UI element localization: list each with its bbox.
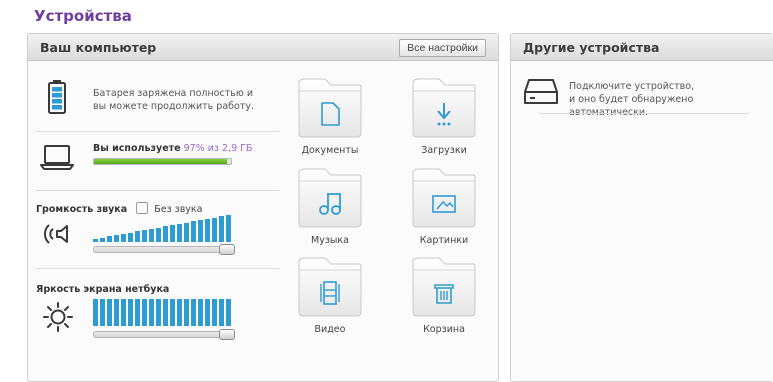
folder-download[interactable]: Загрузки — [399, 77, 489, 162]
level-bar — [100, 299, 105, 326]
folder-label: Документы — [301, 145, 359, 156]
divider — [36, 268, 279, 269]
folder-icon — [298, 257, 362, 317]
folder-music[interactable]: Музыка — [285, 167, 375, 252]
level-bar — [163, 226, 168, 242]
level-bar — [177, 224, 182, 242]
level-bar — [135, 231, 140, 242]
panel-header: Другие устройства — [511, 34, 773, 61]
folder-label: Картинки — [419, 235, 469, 246]
level-bar — [128, 233, 133, 242]
level-bar — [149, 299, 154, 326]
page-title: Устройства — [34, 7, 132, 25]
level-bar — [100, 238, 105, 242]
your-computer-panel: Ваш компьютер Все настройки Батарея заря… — [27, 33, 499, 382]
divider — [36, 131, 279, 132]
level-bar — [184, 299, 189, 326]
laptop-icon — [40, 144, 74, 175]
folder-document[interactable]: Документы — [285, 77, 375, 162]
level-bar — [93, 299, 98, 326]
folder-icon — [298, 78, 362, 138]
storage-row: Вы используете 97% из 2,9 ГБ — [36, 136, 279, 184]
brightness-slider-track[interactable] — [93, 331, 235, 338]
level-bar — [121, 299, 126, 326]
mute-label: Без звука — [154, 204, 203, 215]
folder-label: Корзина — [423, 324, 465, 335]
folder-film[interactable]: Видео — [285, 256, 375, 341]
mute-checkbox[interactable] — [136, 202, 149, 214]
volume-slider-track[interactable] — [93, 246, 235, 253]
level-bar — [107, 236, 112, 242]
level-bar — [191, 221, 196, 242]
level-bar — [163, 299, 168, 326]
level-bar — [142, 230, 147, 242]
level-bar — [205, 219, 210, 242]
storage-usage-text: Вы используете 97% из 2,9 ГБ — [93, 143, 253, 154]
level-bar — [128, 299, 133, 326]
level-bar — [212, 299, 217, 326]
all-settings-button[interactable]: Все настройки — [399, 39, 486, 57]
level-bar — [226, 299, 231, 326]
brightness-level-bars — [93, 299, 233, 326]
folder-picture[interactable]: Картинки — [399, 167, 489, 252]
battery-status: Батарея заряжена полностью и вы можете п… — [93, 88, 254, 112]
level-bar — [177, 299, 182, 326]
volume-label: Громкость звука — [36, 204, 128, 215]
level-bar — [219, 216, 224, 242]
volume-level-bars — [93, 215, 233, 242]
brightness-row: Яркость экрана нетбука — [36, 281, 279, 351]
level-bar — [107, 299, 112, 326]
folder-label: Загрузки — [421, 145, 467, 156]
folder-icon — [412, 168, 476, 228]
folder-icon — [298, 168, 362, 228]
panel-header: Ваш компьютер Все настройки — [28, 34, 498, 61]
other-devices-panel: Другие устройства Подключите устройство,… — [510, 33, 773, 382]
level-bar — [198, 220, 203, 242]
brightness-slider-thumb[interactable] — [219, 329, 235, 340]
level-bar — [149, 229, 154, 242]
folder-label: Видео — [314, 324, 346, 335]
speaker-icon — [42, 222, 74, 250]
battery-icon — [48, 80, 66, 118]
brightness-label: Яркость экрана нетбука — [36, 284, 170, 295]
level-bar — [191, 299, 196, 326]
folder-label: Музыка — [311, 235, 349, 246]
storage-usage-bar — [93, 158, 232, 165]
sun-icon — [43, 302, 73, 336]
folder-icon — [412, 78, 476, 138]
level-bar — [142, 299, 147, 326]
storage-usage-fill — [94, 159, 227, 164]
volume-slider-thumb[interactable] — [219, 244, 235, 255]
level-bar — [219, 299, 224, 326]
level-bar — [156, 228, 161, 242]
level-bar — [198, 299, 203, 326]
panel-title: Другие устройства — [523, 40, 660, 55]
level-bar — [184, 223, 189, 242]
level-bar — [114, 235, 119, 242]
battery-row: Батарея заряжена полностью и вы можете п… — [36, 78, 279, 123]
level-bar — [170, 225, 175, 242]
level-bar — [212, 218, 217, 242]
level-bar — [114, 299, 119, 326]
folder-trash[interactable]: Корзина — [399, 256, 489, 341]
panel-title: Ваш компьютер — [40, 40, 157, 55]
level-bar — [226, 215, 231, 242]
level-bar — [205, 299, 210, 326]
drive-icon — [523, 78, 559, 110]
divider — [539, 113, 749, 114]
level-bar — [93, 239, 98, 242]
level-bar — [135, 299, 140, 326]
divider — [36, 190, 279, 191]
level-bar — [170, 299, 175, 326]
level-bar — [121, 234, 126, 242]
folder-icon — [412, 257, 476, 317]
level-bar — [156, 299, 161, 326]
volume-row: Громкость звука Без звука — [36, 199, 279, 259]
